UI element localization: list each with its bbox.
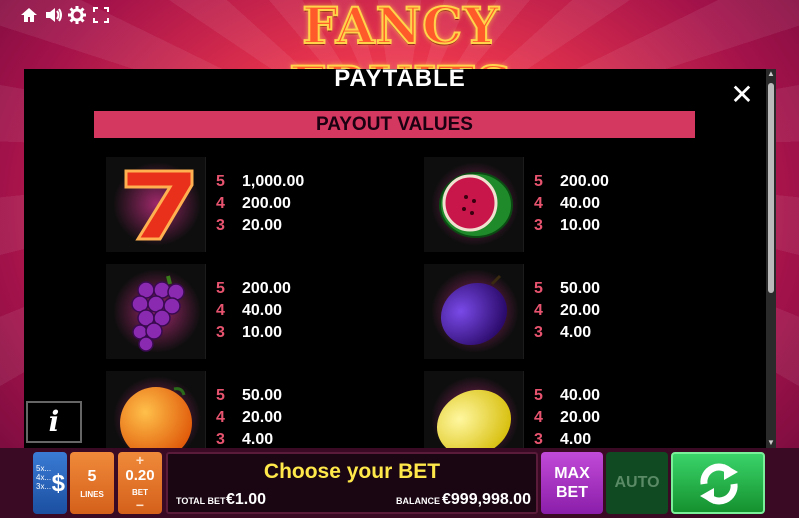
home-icon[interactable] bbox=[20, 6, 38, 24]
payout-row: 5 40.00 bbox=[534, 387, 601, 404]
lemon-icon bbox=[431, 376, 519, 448]
status-message: Choose your BET bbox=[263, 460, 441, 483]
payout-row: 3 4.00 bbox=[216, 431, 274, 448]
paytable-scrollbar[interactable]: ▲ ▼ bbox=[766, 69, 776, 448]
payout-row: 3 10.00 bbox=[534, 217, 601, 234]
top-toolbar bbox=[20, 6, 110, 24]
payout-list: 5 50.00 4 20.00 3 4.00 bbox=[534, 278, 600, 344]
balance-value: €999,998.00 bbox=[442, 491, 531, 508]
lines-button[interactable]: 5 LINES bbox=[70, 452, 114, 514]
fullscreen-icon[interactable] bbox=[92, 6, 110, 24]
payout-list: 5 1,000.00 4 200.00 3 20.00 bbox=[216, 171, 304, 237]
max-bet-button[interactable]: MAX BET bbox=[541, 452, 603, 514]
plum-symbol bbox=[424, 264, 524, 359]
max-bet-label: BET bbox=[556, 484, 588, 501]
payout-values-header: PAYOUT VALUES bbox=[94, 111, 695, 138]
scroll-up-arrow-icon[interactable]: ▲ bbox=[767, 70, 775, 78]
sound-icon[interactable] bbox=[44, 6, 62, 24]
payout-list: 5 200.00 4 40.00 3 10.00 bbox=[534, 171, 609, 237]
payout-row: 5 50.00 bbox=[216, 387, 283, 404]
paytable-cell-seven: 5 1,000.00 4 200.00 3 20.00 bbox=[106, 157, 416, 252]
scroll-down-arrow-icon[interactable]: ▼ bbox=[767, 439, 775, 447]
bet-plus-button[interactable]: + bbox=[118, 453, 162, 467]
orange-icon bbox=[113, 376, 201, 448]
bet-stepper[interactable]: + 0.20 BET − bbox=[118, 452, 162, 514]
balance-label: BALANCE bbox=[396, 496, 440, 506]
paytable-title: PAYTABLE bbox=[334, 69, 466, 92]
bet-minus-button[interactable]: − bbox=[118, 498, 162, 512]
total-bet-value: €1.00 bbox=[226, 491, 267, 508]
orange-symbol bbox=[106, 371, 206, 448]
paytable-cell-lemon: 5 40.00 4 20.00 3 4.00 bbox=[424, 371, 734, 448]
payout-list: 5 50.00 4 20.00 3 4.00 bbox=[216, 385, 282, 448]
info-button[interactable]: i bbox=[26, 401, 82, 443]
grapes-symbol bbox=[106, 264, 206, 359]
spin-button[interactable] bbox=[671, 452, 765, 514]
payout-row: 5 1,000.00 bbox=[216, 173, 305, 190]
seven-icon bbox=[113, 162, 201, 246]
payout-row: 4 200.00 bbox=[216, 195, 291, 212]
payout-row: 3 4.00 bbox=[534, 431, 592, 448]
paytable-panel: PAYTABLE ✕ PAYOUT VALUES 5 1,000.00 4 200.… bbox=[24, 69, 776, 448]
payout-row: 4 40.00 bbox=[534, 195, 601, 212]
paytable-cell-orange: 5 50.00 4 20.00 3 4.00 bbox=[106, 371, 416, 448]
game-logo: FANCY FRUITS bbox=[288, 0, 512, 115]
payout-row: 4 20.00 bbox=[216, 409, 283, 426]
payout-row: 3 4.00 bbox=[534, 324, 592, 341]
payout-list: 5 40.00 4 20.00 3 4.00 bbox=[534, 385, 600, 448]
grapes-icon bbox=[113, 269, 201, 353]
bet-value: 0.20 bbox=[125, 467, 155, 484]
lines-value: 5 bbox=[87, 468, 97, 485]
payout-row: 3 10.00 bbox=[216, 324, 283, 341]
total-bet-label: TOTAL BET bbox=[176, 496, 226, 506]
close-button[interactable]: ✕ bbox=[730, 81, 754, 109]
spin-arrows-icon bbox=[700, 463, 738, 505]
autoplay-button[interactable]: AUTO bbox=[606, 452, 668, 514]
paytable-cell-plum: 5 50.00 4 20.00 3 4.00 bbox=[424, 264, 734, 359]
lemon-symbol bbox=[424, 371, 524, 448]
scroll-thumb[interactable] bbox=[768, 83, 774, 293]
paylines-button[interactable]: 5x... 4x... 3x... $ bbox=[33, 452, 67, 514]
payout-row: 3 20.00 bbox=[216, 217, 283, 234]
max-bet-label: MAX bbox=[554, 465, 590, 482]
paytable-cell-grapes: 5 200.00 4 40.00 3 10.00 bbox=[106, 264, 416, 359]
payout-row: 4 20.00 bbox=[534, 302, 601, 319]
watermelon-icon bbox=[431, 162, 519, 246]
payout-list: 5 200.00 4 40.00 3 10.00 bbox=[216, 278, 291, 344]
paytable-cell-watermelon: 5 200.00 4 40.00 3 10.00 bbox=[424, 157, 734, 252]
plum-icon bbox=[431, 269, 519, 353]
gear-icon[interactable] bbox=[68, 6, 86, 24]
lines-label: LINES bbox=[80, 490, 104, 499]
bet-label: BET bbox=[132, 488, 148, 497]
dollar-icon: $ bbox=[51, 470, 65, 497]
watermelon-symbol bbox=[424, 157, 524, 252]
seven-symbol bbox=[106, 157, 206, 252]
payout-row: 5 50.00 bbox=[534, 280, 601, 297]
message-panel: Choose your BET TOTAL BET €1.00 BALANCE … bbox=[166, 452, 538, 514]
payout-row: 5 200.00 bbox=[534, 173, 609, 190]
payout-row: 5 200.00 bbox=[216, 280, 291, 297]
payout-row: 4 40.00 bbox=[216, 302, 283, 319]
payout-row: 4 20.00 bbox=[534, 409, 601, 426]
bottom-control-bar: 5x... 4x... 3x... $ 5 LINES + 0.20 BET −… bbox=[0, 448, 799, 518]
